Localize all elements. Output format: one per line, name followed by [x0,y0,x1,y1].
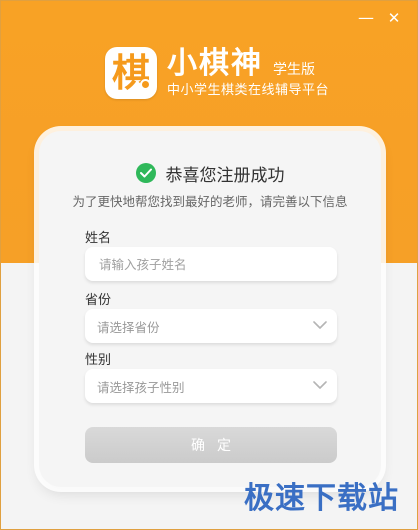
submit-button[interactable]: 确定 [85,427,337,463]
brand-edition: 学生版 [273,62,315,78]
name-label: 姓名 [85,231,112,246]
chevron-down-icon [313,321,327,329]
name-input[interactable] [97,255,321,273]
province-label: 省份 [85,293,112,308]
chevron-down-icon [313,381,327,389]
app-logo: 棋 [105,47,157,99]
watermark: 极速下载站 [244,481,399,516]
registration-window: — ✕ 棋 小棋神 学生版 中小学生棋类在线辅导平台 恭喜您注册成功 为了更快地… [0,0,418,530]
info-message: 为了更快地帮您找到最好的老师，请完善以下信息 [72,194,348,209]
check-icon [135,163,156,183]
gender-select[interactable]: 请选择孩子性别 [85,369,337,403]
close-button[interactable]: ✕ [383,9,405,27]
brand-name: 小棋神 [167,46,263,81]
logo-dot-icon [140,79,151,90]
province-placeholder: 请选择省份 [97,319,160,335]
name-field[interactable] [85,247,337,281]
gender-label: 性别 [85,353,112,368]
brand-slogan: 中小学生棋类在线辅导平台 [167,83,330,98]
success-row: 恭喜您注册成功 [39,161,381,186]
registration-card: 恭喜您注册成功 为了更快地帮您找到最好的老师，请完善以下信息 姓名 省份 请选择… [39,131,381,487]
gender-placeholder: 请选择孩子性别 [97,379,185,395]
province-select[interactable]: 请选择省份 [85,309,337,343]
success-message: 恭喜您注册成功 [165,165,285,186]
minimize-button[interactable]: — [355,9,377,27]
